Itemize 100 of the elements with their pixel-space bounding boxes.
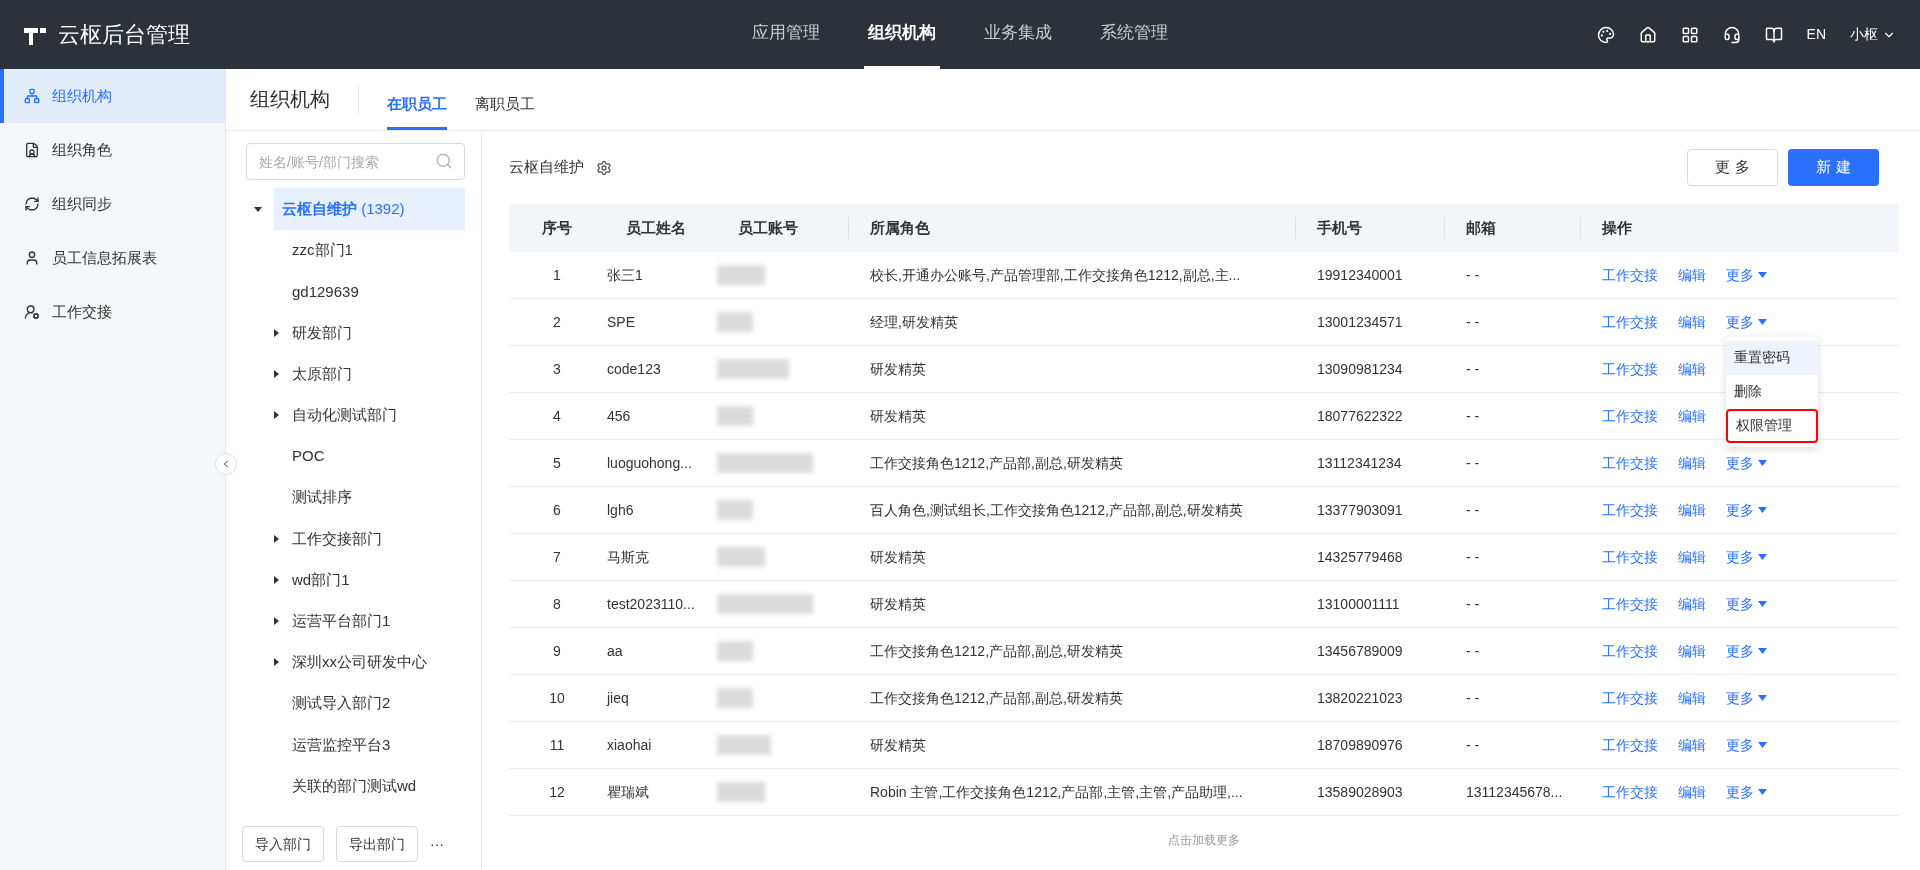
user-icon [24, 250, 40, 266]
tree-action-button[interactable]: 导入部门 [242, 826, 324, 862]
action-link[interactable]: 工作交接 [1602, 452, 1658, 474]
table-cell: 工作交接角色1212,产品部,副总,研发精英 [870, 689, 1123, 706]
caret-down-icon[interactable] [254, 205, 262, 213]
more-button[interactable]: ··· [430, 833, 444, 855]
more-dropdown[interactable]: 更多 [1726, 452, 1767, 474]
nav-tab[interactable]: 系统管理 [1096, 0, 1172, 69]
more-dropdown[interactable]: 更多 [1726, 546, 1767, 568]
nav-tab[interactable]: 业务集成 [980, 0, 1056, 69]
action-link[interactable]: 编辑 [1678, 640, 1706, 662]
sidebar-item[interactable]: 员工信息拓展表 [0, 231, 225, 285]
more-button[interactable]: 更 多 [1687, 149, 1778, 186]
sidebar-item[interactable]: 组织角色 [0, 123, 225, 177]
action-link[interactable]: 工作交接 [1602, 593, 1658, 615]
action-link[interactable]: 工作交接 [1602, 546, 1658, 568]
action-link[interactable]: 工作交接 [1602, 734, 1658, 756]
table-cell: luoguohong... [607, 454, 692, 471]
table-cell: 8 [553, 595, 561, 612]
action-link[interactable]: 工作交接 [1602, 640, 1658, 662]
tree-node[interactable]: 测试导入部门2 [292, 692, 391, 715]
more-dropdown[interactable]: 更多 [1726, 640, 1767, 662]
caret-right-icon[interactable] [272, 370, 280, 379]
more-dropdown[interactable]: 更多 [1726, 311, 1767, 333]
action-link[interactable]: 编辑 [1678, 358, 1706, 380]
caret-right-icon[interactable] [272, 328, 280, 337]
home-icon[interactable] [1638, 25, 1657, 44]
tree-node[interactable]: 运营平台部门1 [292, 610, 391, 633]
menu-item[interactable]: 重置密码 [1726, 340, 1818, 375]
grid-icon[interactable] [1680, 25, 1699, 44]
tree-node[interactable]: wd部门1 [292, 568, 350, 592]
action-link[interactable]: 工作交接 [1602, 405, 1658, 427]
table-cell: code123 [607, 360, 661, 377]
action-link[interactable]: 编辑 [1678, 593, 1706, 615]
action-link[interactable]: 编辑 [1678, 405, 1706, 427]
caret-right-icon[interactable] [272, 534, 280, 543]
action-link[interactable]: 编辑 [1678, 311, 1706, 333]
tree-node[interactable]: gd129639 [292, 280, 359, 304]
caret-right-icon[interactable] [272, 411, 280, 420]
new-button[interactable]: 新 建 [1788, 149, 1879, 186]
sidebar-item[interactable]: 组织同步 [0, 177, 225, 231]
tree-action-button[interactable]: 导出部门 [336, 826, 418, 862]
action-link[interactable]: 工作交接 [1602, 781, 1658, 803]
more-dropdown[interactable]: 更多 [1726, 264, 1767, 286]
action-link[interactable]: 编辑 [1678, 264, 1706, 286]
tree-node[interactable]: 工作交接部门 [292, 527, 382, 551]
menu-item[interactable]: 删除 [1726, 374, 1818, 409]
caret-right-icon[interactable] [272, 658, 280, 667]
tree-node[interactable]: 关联的部门测试wd [292, 774, 417, 798]
tree-node[interactable]: 深圳xx公司研发中心 [292, 651, 427, 674]
load-more-link[interactable]: 点击加载更多 [1168, 831, 1240, 849]
caret-down-icon [1758, 319, 1767, 325]
caret-down-icon [1758, 648, 1767, 654]
book-icon[interactable] [1764, 25, 1783, 44]
more-dropdown[interactable]: 更多 [1726, 593, 1767, 615]
table-cell: test2023110... [607, 595, 695, 612]
action-link[interactable]: 工作交接 [1602, 358, 1658, 380]
table-cell: - - [1466, 548, 1480, 565]
collapse-button[interactable] [215, 453, 237, 475]
tree-node[interactable]: POC [292, 445, 325, 468]
settings-icon[interactable] [596, 159, 612, 176]
caret-right-icon[interactable] [272, 576, 280, 585]
action-link[interactable]: 编辑 [1678, 734, 1706, 756]
more-dropdown[interactable]: 更多 [1726, 687, 1767, 709]
action-link[interactable]: 编辑 [1678, 781, 1706, 803]
tree-node[interactable]: 太原部门 [292, 362, 352, 386]
palette-icon[interactable] [1596, 25, 1615, 44]
tree-node[interactable]: 测试排序 [292, 486, 352, 509]
more-dropdown[interactable]: 更多 [1726, 781, 1767, 803]
action-link[interactable]: 编辑 [1678, 452, 1706, 474]
action-link[interactable]: 编辑 [1678, 546, 1706, 568]
tree-node[interactable]: 自动化测试部门 [292, 404, 397, 427]
action-link[interactable]: 工作交接 [1602, 499, 1658, 521]
action-link[interactable]: 工作交接 [1602, 264, 1658, 286]
table-cell: aa [607, 642, 623, 659]
language-button[interactable]: EN [1806, 24, 1826, 45]
user-menu[interactable]: 小枢 [1850, 24, 1896, 45]
more-dropdown[interactable]: 更多 [1726, 499, 1767, 521]
table-cell: - - [1466, 407, 1480, 424]
table-cell: 11 [549, 736, 565, 753]
caret-right-icon[interactable] [272, 617, 280, 626]
tab[interactable]: 在职员工 [387, 92, 447, 130]
tab[interactable]: 离职员工 [475, 92, 535, 130]
table-cell: - - [1466, 454, 1480, 471]
sidebar-item[interactable]: 组织机构 [0, 69, 225, 123]
action-link[interactable]: 编辑 [1678, 499, 1706, 521]
headset-icon[interactable] [1722, 25, 1741, 44]
search-field[interactable]: 姓名/账号/部门搜索 [246, 143, 465, 180]
tree-node[interactable]: zzc部门1 [292, 239, 353, 262]
action-link[interactable]: 工作交接 [1602, 311, 1658, 333]
caret-down-icon [1758, 601, 1767, 607]
action-link[interactable]: 工作交接 [1602, 687, 1658, 709]
table-cell: xiaohai [607, 736, 652, 753]
more-dropdown[interactable]: 更多 [1726, 734, 1767, 756]
sidebar-item[interactable]: 工作交接 [0, 285, 225, 339]
tree-node[interactable]: 研发部门 [292, 321, 352, 345]
tree-node[interactable]: 运营监控平台3 [292, 733, 391, 757]
menu-item[interactable]: 权限管理 [1726, 408, 1818, 443]
nav-tab[interactable]: 应用管理 [748, 0, 824, 69]
action-link[interactable]: 编辑 [1678, 687, 1706, 709]
